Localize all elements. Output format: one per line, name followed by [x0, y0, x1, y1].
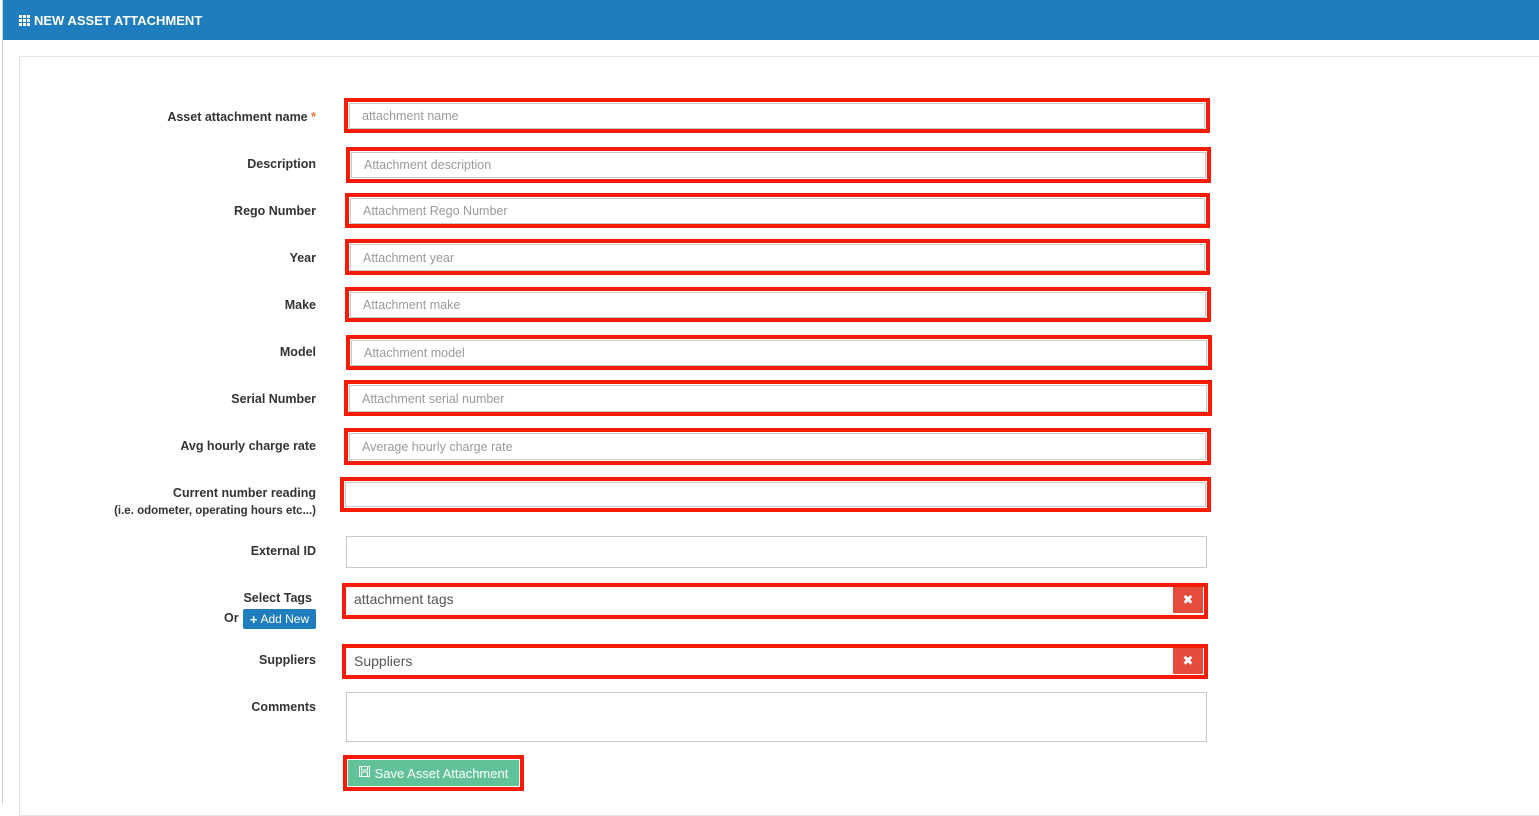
- attachment-name-input[interactable]: [349, 103, 1205, 129]
- plus-icon: +: [249, 611, 258, 627]
- year-label: Year: [289, 251, 316, 265]
- required-mark: *: [311, 110, 316, 124]
- description-label: Description: [247, 157, 316, 171]
- tags-select[interactable]: [347, 588, 1170, 614]
- floppy-disk-icon: [358, 766, 370, 780]
- suppliers-label: Suppliers: [259, 653, 316, 667]
- reading-label: Current number reading: [172, 486, 316, 500]
- save-label: Save Asset Attachment: [374, 765, 509, 781]
- add-new-label: Add New: [260, 612, 310, 626]
- clear-suppliers-button[interactable]: ✖: [1173, 648, 1203, 674]
- external-id-label: External ID: [250, 544, 316, 558]
- rego-number-input[interactable]: [350, 198, 1205, 224]
- make-input[interactable]: [350, 292, 1206, 318]
- hourly-rate-input[interactable]: [349, 433, 1206, 460]
- serial-label: Serial Number: [231, 392, 316, 406]
- th-grid-icon: [19, 14, 30, 26]
- serial-number-input[interactable]: [349, 385, 1207, 412]
- page-title: NEW ASSET ATTACHMENT: [34, 12, 203, 28]
- clear-tags-button[interactable]: ✖: [1173, 587, 1203, 613]
- external-id-input[interactable]: [346, 536, 1207, 568]
- save-asset-attachment-button[interactable]: Save Asset Attachment: [348, 760, 519, 786]
- rate-label: Avg hourly charge rate: [180, 439, 316, 453]
- year-input[interactable]: [350, 244, 1205, 271]
- tags-label: Select Tags: [243, 591, 312, 605]
- current-reading-input[interactable]: [345, 482, 1206, 507]
- panel-header: NEW ASSET ATTACHMENT: [3, 0, 1539, 40]
- reading-sublabel: (i.e. odometer, operating hours etc...): [114, 505, 316, 517]
- tags-select-value: attachment tags: [354, 591, 454, 607]
- comments-label: Comments: [251, 700, 316, 714]
- suppliers-select[interactable]: [347, 649, 1170, 674]
- close-icon: ✖: [1182, 592, 1194, 607]
- or-text: Or: [224, 611, 239, 625]
- rego-label: Rego Number: [234, 204, 316, 218]
- make-label: Make: [284, 298, 316, 312]
- model-input[interactable]: [351, 340, 1207, 366]
- add-new-tag-button[interactable]: + Add New: [243, 609, 316, 629]
- description-input[interactable]: [351, 152, 1206, 178]
- close-icon: ✖: [1182, 653, 1194, 668]
- suppliers-select-value: Suppliers: [354, 653, 413, 669]
- model-label: Model: [279, 345, 316, 359]
- name-label: Asset attachment name *: [167, 110, 316, 124]
- comments-textarea[interactable]: [346, 692, 1207, 742]
